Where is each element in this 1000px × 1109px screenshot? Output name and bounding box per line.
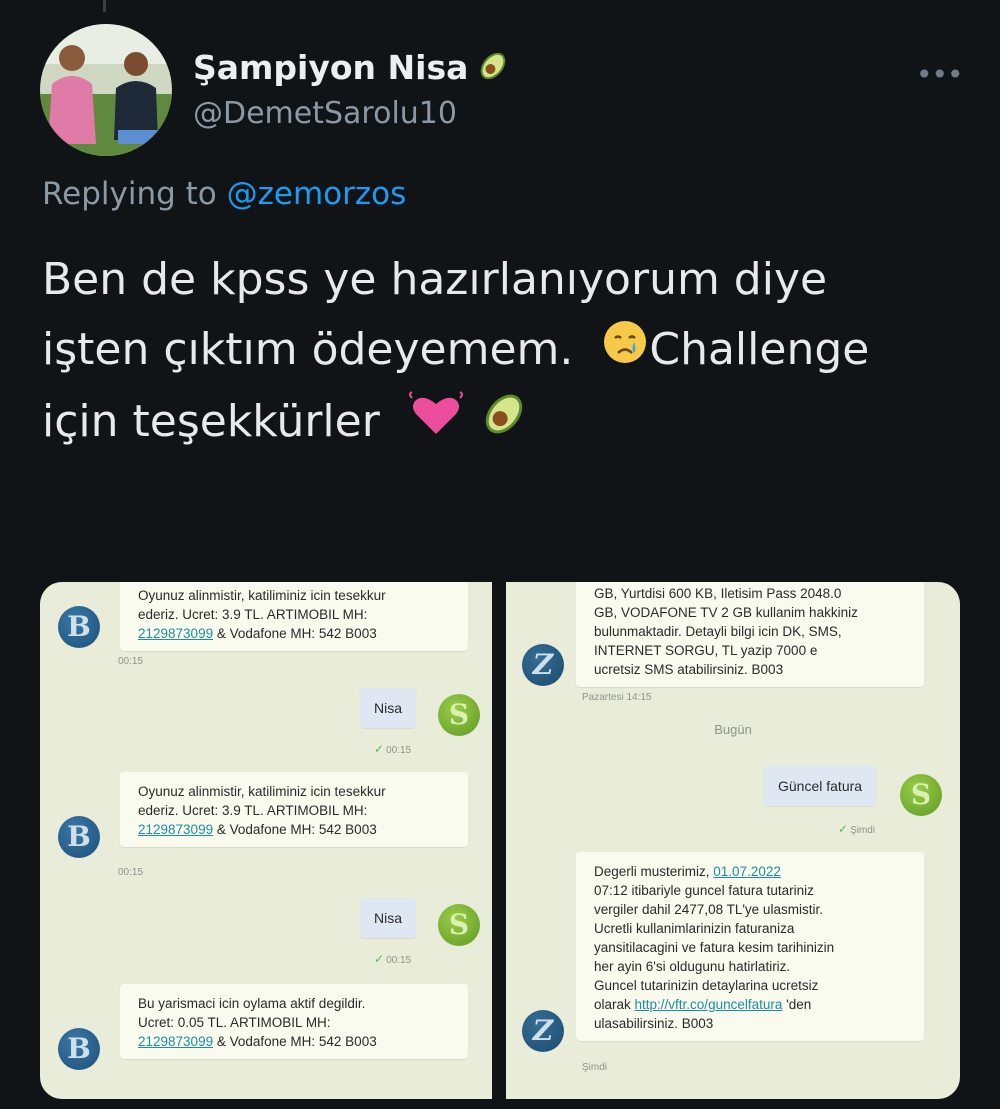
crying-face-icon [601, 317, 649, 387]
tweet-text: Ben de kpss ye hazırlanıyorum diye işten… [42, 245, 869, 461]
sent-time: ✓ 00:15 [374, 742, 412, 756]
message-time: Şimdi [582, 1062, 608, 1073]
my-avatar: S [900, 774, 942, 816]
sent-message: Nisa [360, 688, 417, 728]
check-icon: ✓ [374, 952, 385, 966]
message-time: Pazartesi 14:15 [582, 692, 652, 703]
sent-message: Nisa [360, 898, 417, 938]
my-avatar: S [438, 694, 480, 736]
contact-avatar: Z [522, 644, 564, 686]
url-link[interactable]: http://vftr.co/guncelfatura [635, 997, 783, 1012]
sms-message: Oyunuz alinmistir, katiliminiz icin tese… [120, 582, 468, 651]
message-time: 00:15 [118, 656, 144, 667]
media-attachments[interactable]: Oyunuz alinmistir, katiliminiz icin tese… [40, 582, 960, 1099]
sms-message: Bu yarismaci icin oylama aktif degildir.… [120, 984, 468, 1059]
sms-message: Oyunuz alinmistir, katiliminiz icin tese… [120, 772, 468, 847]
check-icon: ✓ [374, 742, 385, 756]
sms-screenshot-right[interactable]: GB, Yurtdisi 600 KB, Iletisim Pass 2048.… [506, 582, 960, 1099]
tweet-line-1: Ben de kpss ye hazırlanıyorum diye [42, 254, 828, 305]
phone-link[interactable]: 2129873099 [138, 1034, 213, 1049]
user-handle[interactable]: @DemetSarolu10 [193, 96, 457, 131]
sms-screenshot-left[interactable]: Oyunuz alinmistir, katiliminiz icin tese… [40, 582, 492, 1099]
thread-connector-line [103, 0, 106, 12]
replying-to: Replying to @zemorzos [42, 176, 406, 212]
replying-mention-link[interactable]: @zemorzos [227, 176, 407, 212]
display-name[interactable]: Şampiyon Nisa [193, 48, 510, 91]
contact-avatar: B [58, 1028, 100, 1070]
more-options-icon[interactable]: ••• [916, 58, 964, 91]
check-icon: ✓ [838, 822, 849, 836]
sms-message: Degerli musterimiz, 01.07.2022 07:12 iti… [576, 852, 924, 1041]
phone-link[interactable]: 2129873099 [138, 822, 213, 837]
my-avatar: S [438, 904, 480, 946]
sent-time: ✓ Şimdi [838, 822, 876, 836]
contact-avatar: B [58, 816, 100, 858]
message-time: 00:15 [118, 867, 144, 878]
replying-prefix: Replying to [42, 176, 217, 212]
contact-avatar: Z [522, 1010, 564, 1052]
sent-time: ✓ 00:15 [374, 952, 412, 966]
growing-heart-icon [408, 389, 464, 459]
avatar[interactable] [40, 24, 172, 156]
tweet-line-2: işten çıktım ödeyemem. Challenge [42, 315, 869, 387]
day-separator: Bugün [714, 722, 752, 737]
tweet-line-3: için teşekkürler [42, 387, 869, 461]
avocado-icon [478, 388, 530, 461]
sms-message: GB, Yurtdisi 600 KB, Iletisim Pass 2048.… [576, 582, 924, 687]
avocado-icon [476, 49, 510, 91]
phone-link[interactable]: 2129873099 [138, 626, 213, 641]
sent-message: Güncel fatura [764, 766, 877, 806]
contact-avatar: B [58, 606, 100, 648]
date-link[interactable]: 01.07.2022 [713, 864, 781, 879]
